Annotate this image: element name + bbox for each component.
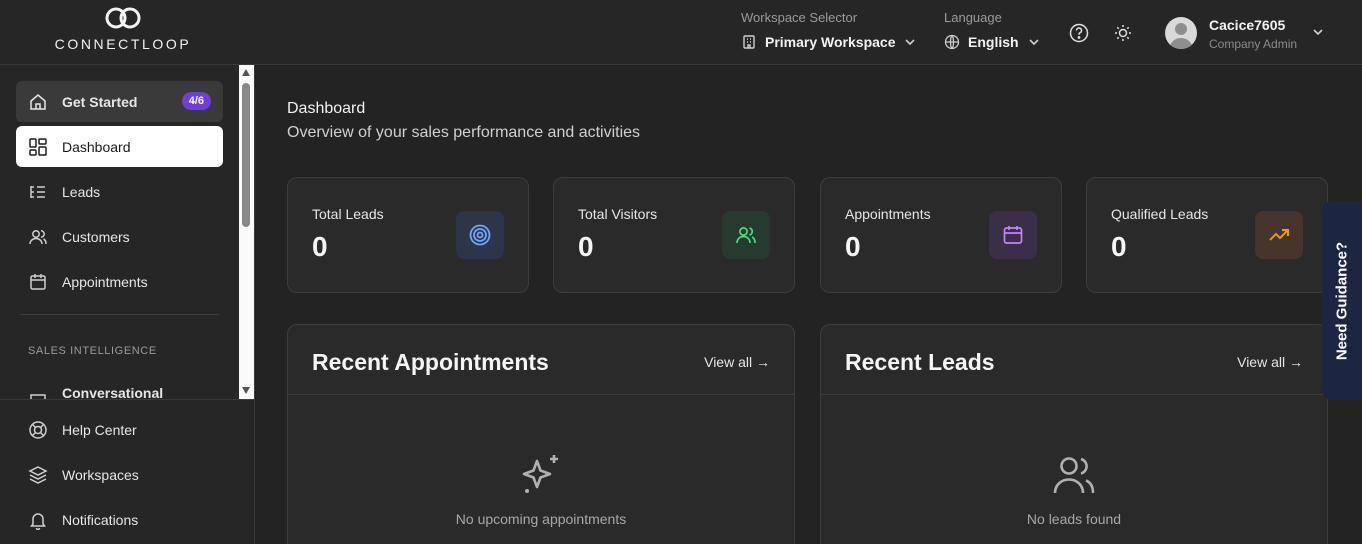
stat-label: Total Leads [312,206,384,222]
view-all-leads-link[interactable]: View all → [1237,354,1303,370]
stat-label: Appointments [845,206,931,222]
theme-toggle-button[interactable] [1112,22,1134,44]
logo-text: CONNECTLOOP [54,36,192,52]
sidebar-item-label: Dashboard [62,138,131,155]
help-button[interactable] [1068,22,1090,44]
sidebar-item-dashboard[interactable]: Dashboard [16,126,223,167]
chevron-down-icon [1028,39,1039,46]
avatar[interactable] [1165,17,1197,49]
recent-leads-panel: Recent Leads View all → No leads found [820,324,1328,544]
sidebar-divider [20,314,219,315]
sidebar: Get Started 4/6 Dashboard Leads Customer… [0,65,255,544]
target-icon [456,211,504,259]
user-name: Cacice7605 [1209,17,1286,33]
stat-label: Qualified Leads [1111,206,1209,222]
sidebar-item-label: Conversational [62,385,164,399]
sidebar-item-help-center[interactable]: Help Center [16,409,223,450]
user-avatar-icon [1169,23,1193,49]
empty-state-text: No leads found [1026,511,1122,527]
sidebar-item-notifications[interactable]: Notifications [16,499,223,540]
stat-value: 0 [845,231,861,262]
sidebar-item-conversational[interactable]: Conversational [16,377,223,399]
sidebar-item-appointments[interactable]: Appointments [16,261,223,302]
users-icon [722,211,770,259]
app-logo[interactable]: CONNECTLOOP [46,6,200,60]
sidebar-item-label: Customers [62,228,130,245]
section-label-sales-intelligence: SALES INTELLIGENCE [28,345,157,357]
workspace-selector-label: Workspace Selector [741,10,858,25]
progress-badge: 4/6 [181,92,211,110]
sidebar-item-label: Appointments [62,273,148,290]
need-guidance-tab[interactable]: Need Guidance? [1322,201,1362,400]
stat-label: Total Visitors [578,206,658,222]
sparkles-icon [517,451,565,504]
user-role: Company Admin [1209,37,1298,51]
sidebar-item-label: Notifications [62,511,139,528]
panel-header: Recent Appointments View all → [288,325,794,395]
sidebar-item-get-started[interactable]: Get Started 4/6 [16,81,223,122]
recent-appointments-panel: Recent Appointments View all → No upcomi… [287,324,795,544]
stat-card-total-visitors: Total Visitors 0 [553,177,795,293]
stat-value: 0 [1111,231,1127,262]
panel-title: Recent Appointments [312,349,549,375]
scroll-down-arrow-icon[interactable] [242,387,250,394]
scroll-up-arrow-icon[interactable] [242,69,250,76]
need-guidance-label: Need Guidance? [1333,241,1351,360]
globe-icon [944,34,960,50]
top-header: CONNECTLOOP Workspace Selector Primary W… [0,0,1362,65]
connectloop-logo-icon [105,7,141,29]
layers-icon [28,465,48,485]
sidebar-scrollbar[interactable] [239,65,254,399]
page-subtitle: Overview of your sales performance and a… [287,124,641,141]
sidebar-item-label: Workspaces [62,466,139,483]
language-value: English [968,34,1019,50]
bell-icon [28,510,48,530]
user-menu-button[interactable] [1310,24,1326,45]
help-circle-icon [1069,23,1089,43]
life-buoy-icon [28,420,48,440]
language-selector[interactable]: English [944,34,1041,50]
view-all-appointments-link[interactable]: View all → [704,354,770,370]
stat-card-qualified-leads: Qualified Leads 0 [1086,177,1328,293]
calendar-icon [28,272,48,292]
sidebar-item-label: Leads [62,183,101,200]
stat-card-total-leads: Total Leads 0 [287,177,529,293]
chevron-down-icon [1313,29,1323,36]
sidebar-item-workspaces[interactable]: Workspaces [16,454,223,495]
page-title: Dashboard [287,100,366,117]
dashboard-icon [28,137,48,157]
trending-up-icon [1255,211,1303,259]
sidebar-item-label: Help Center [62,421,137,438]
users-icon [28,227,48,247]
empty-state-text: No upcoming appointments [455,511,627,527]
sidebar-item-customers[interactable]: Customers [16,216,223,257]
workspace-value: Primary Workspace [765,34,896,50]
sidebar-item-label: Get Started [62,93,138,110]
workspace-selector[interactable]: Primary Workspace [741,34,917,50]
language-label: Language [944,10,1002,25]
sidebar-bottom-section: Help Center Workspaces Notifications [0,399,254,544]
stat-card-appointments: Appointments 0 [820,177,1062,293]
building-icon [743,35,755,49]
panel-title: Recent Leads [845,349,995,375]
chevron-down-icon [905,39,916,46]
users-icon [1050,451,1098,504]
calendar-icon [989,211,1037,259]
home-icon [28,92,48,112]
sun-icon [1115,25,1131,41]
chat-icon [28,391,48,399]
stat-value: 0 [312,231,328,262]
scrollbar-thumb[interactable] [242,83,250,227]
sidebar-item-leads[interactable]: Leads [16,171,223,212]
stat-value: 0 [578,231,594,262]
list-icon [28,182,48,202]
panel-header: Recent Leads View all → [821,325,1327,395]
